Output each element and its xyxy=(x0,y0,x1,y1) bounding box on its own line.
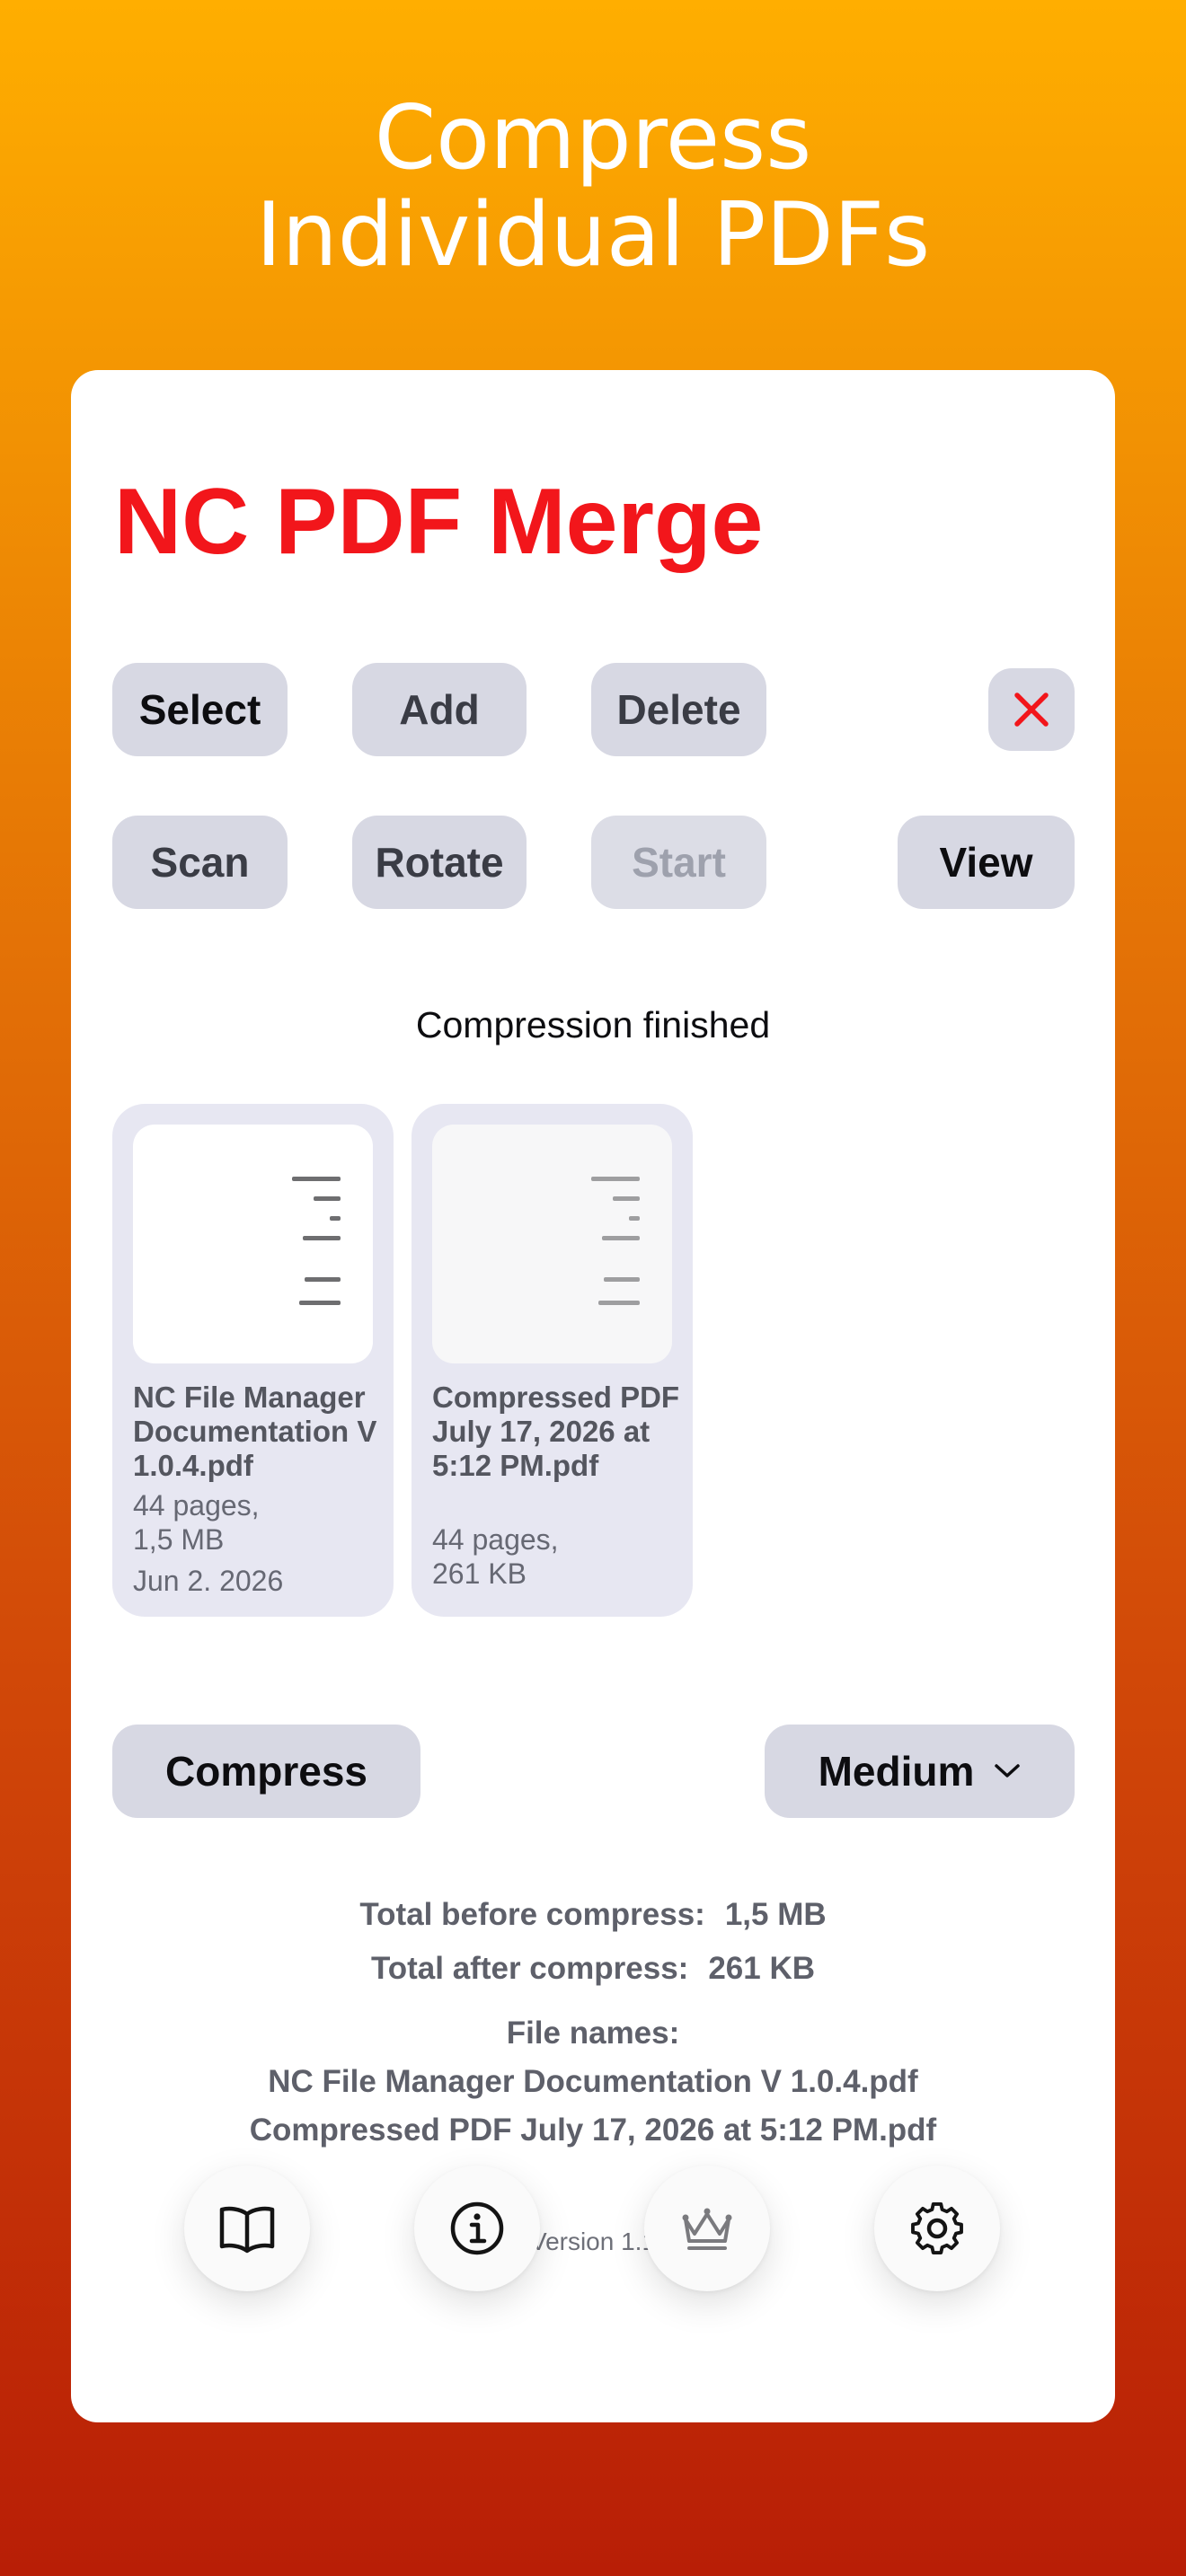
total-after-compress: Total after compress: 261 KB xyxy=(71,1951,1115,1987)
file-tile[interactable]: NC File Manager Documentation V 1.0.4.pd… xyxy=(112,1104,394,1617)
file-name-entry: NC File Manager Documentation V 1.0.4.pd… xyxy=(268,2064,918,2099)
pdf-thumbnail xyxy=(133,1125,373,1363)
total-before-label: Total before compress: xyxy=(359,1897,705,1932)
crown-icon xyxy=(682,2208,732,2250)
compression-level-value: Medium xyxy=(818,1748,975,1795)
total-after-value: 261 KB xyxy=(708,1951,815,1986)
file-name: Compressed PDF July 17, 2026 at 5:12 PM.… xyxy=(432,1381,680,1482)
clear-all-button[interactable] xyxy=(988,668,1075,751)
manual-button[interactable] xyxy=(184,2166,310,2291)
view-button[interactable]: View xyxy=(898,816,1075,909)
file-name-entry: Compressed PDF July 17, 2026 at 5:12 PM.… xyxy=(249,2113,937,2148)
app-title: NC PDF Merge xyxy=(114,470,764,574)
select-button[interactable]: Select xyxy=(112,663,288,756)
info-icon xyxy=(450,2201,504,2255)
close-icon xyxy=(1014,693,1049,727)
pdf-thumbnail xyxy=(432,1125,672,1363)
gear-icon xyxy=(911,2202,963,2254)
promo-headline: Compress Individual PDFs xyxy=(0,90,1186,284)
file-size: 261 KB xyxy=(432,1557,527,1590)
premium-button[interactable] xyxy=(644,2166,770,2291)
file-size: 1,5 MB xyxy=(133,1523,225,1556)
delete-button[interactable]: Delete xyxy=(591,663,766,756)
total-after-label: Total after compress: xyxy=(370,1951,689,1986)
status-message: Compression finished xyxy=(415,1004,771,1045)
total-before-value: 1,5 MB xyxy=(724,1897,827,1932)
file-pages: 44 pages, xyxy=(133,1489,260,1522)
file-pages: 44 pages, xyxy=(432,1523,559,1556)
start-button[interactable]: Start xyxy=(591,816,766,909)
info-button[interactable] xyxy=(414,2166,540,2291)
rotate-button[interactable]: Rotate xyxy=(352,816,527,909)
settings-button[interactable] xyxy=(874,2166,1000,2291)
add-button[interactable]: Add xyxy=(352,663,527,756)
book-icon xyxy=(219,2206,275,2254)
file-date: Jun 2. 2026 xyxy=(133,1565,284,1597)
scan-button[interactable]: Scan xyxy=(112,816,288,909)
file-names-label: File names: xyxy=(506,2016,680,2051)
file-tile[interactable]: Compressed PDF July 17, 2026 at 5:12 PM.… xyxy=(412,1104,693,1617)
total-before-compress: Total before compress: 1,5 MB xyxy=(71,1897,1115,1933)
chevron-down-icon xyxy=(995,1764,1021,1778)
app-window: NC PDF Merge Select Add Delete Scan Rota… xyxy=(71,370,1115,2422)
file-name: NC File Manager Documentation V 1.0.4.pd… xyxy=(133,1381,377,1482)
headline-line-2: Individual PDFs xyxy=(255,184,931,287)
compress-button[interactable]: Compress xyxy=(112,1725,420,1818)
compression-level-dropdown[interactable]: Medium xyxy=(765,1725,1075,1818)
headline-line-1: Compress xyxy=(374,87,812,190)
